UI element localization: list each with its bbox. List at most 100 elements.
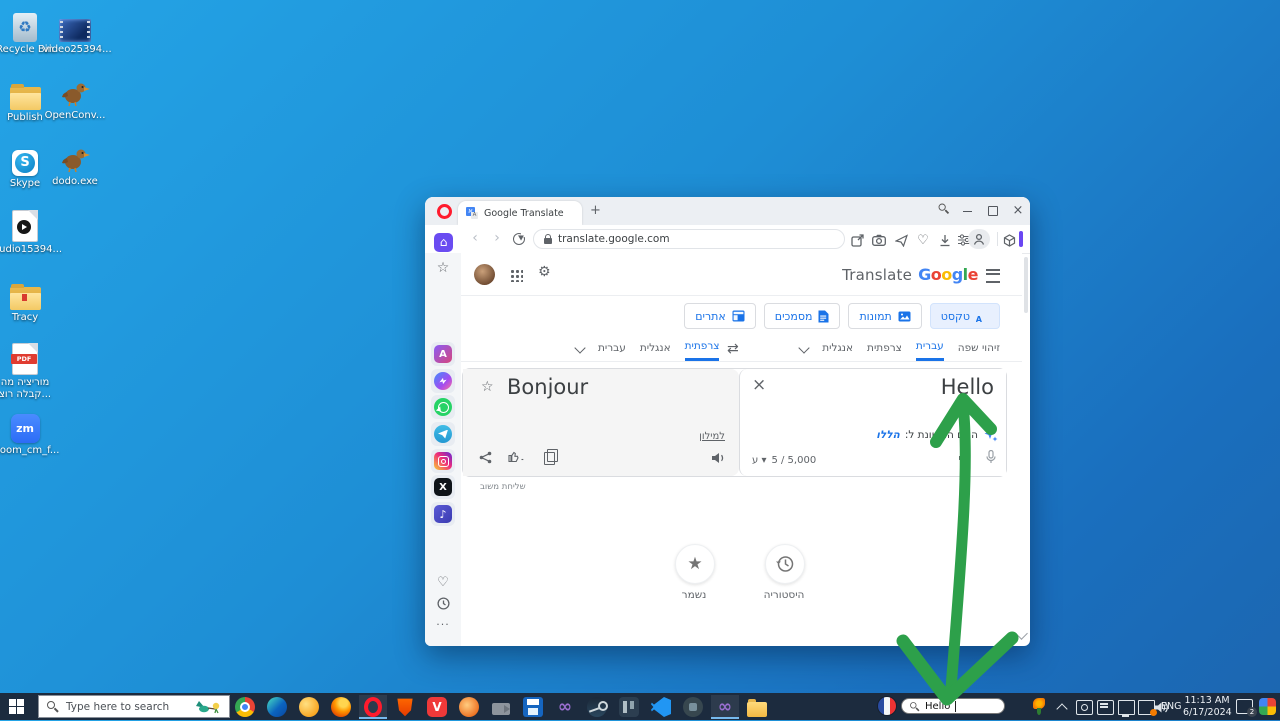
taskbar-app-chrome[interactable] <box>231 695 259 719</box>
share-translation-icon[interactable] <box>479 449 492 468</box>
clear-source-icon[interactable]: × <box>752 377 766 393</box>
microphone-icon[interactable] <box>986 449 996 468</box>
more-target-languages-icon[interactable] <box>574 342 585 353</box>
sidebar-panel-toggle[interactable] <box>1019 231 1023 247</box>
taskbar-app-opera[interactable] <box>359 695 387 719</box>
taskbar-clock[interactable]: 11:13 AM 6/17/2024 <box>1183 695 1231 718</box>
more-source-languages-icon[interactable] <box>799 342 810 353</box>
desktop-icon-dodo-exe[interactable]: dodo.exe <box>43 140 107 188</box>
tab-target-hebrew[interactable]: עברית <box>598 342 626 360</box>
taskbar-app-visual-studio-2[interactable]: ∞ <box>711 695 739 719</box>
bookmark-star-icon[interactable]: ☆ <box>434 259 452 277</box>
minimize-button[interactable] <box>960 203 976 219</box>
mode-images-button[interactable]: תמונות <box>848 303 921 329</box>
desktop-icon-openconv[interactable]: OpenConv... <box>43 74 107 122</box>
taskbar-app-brave[interactable] <box>391 695 419 719</box>
taskbar-app-dark-tiles[interactable] <box>615 695 643 719</box>
save-translation-star-icon[interactable]: ☆ <box>481 379 494 395</box>
listen-result-icon[interactable] <box>711 449 725 468</box>
instagram-icon[interactable] <box>434 452 452 470</box>
tab-search-icon[interactable] <box>935 203 951 219</box>
mode-websites-button[interactable]: אתרים <box>684 303 756 329</box>
send-flow-icon[interactable] <box>893 232 909 248</box>
flower-tray-icon[interactable] <box>1031 698 1047 715</box>
back-button[interactable]: ‹ <box>467 230 483 246</box>
taskbar-app-camera-recorder[interactable] <box>487 695 515 719</box>
tiktok-icon[interactable]: ♪ <box>434 505 452 523</box>
start-button[interactable] <box>9 699 24 714</box>
taskbar-app-chromium[interactable] <box>295 695 323 719</box>
google-apps-grid-icon[interactable] <box>510 269 523 282</box>
main-menu-icon[interactable] <box>986 269 1000 283</box>
bookmark-heart-icon[interactable]: ♡ <box>915 232 931 248</box>
profile-button[interactable] <box>968 229 990 249</box>
source-text-panel[interactable]: Hello × האם התכוונת ל: הללו ע ▾ 5 / 5,00… <box>739 369 1006 476</box>
tab-target-english[interactable]: אנגלית <box>640 342 671 360</box>
did-you-mean-link[interactable]: הללו <box>876 429 900 441</box>
forward-button[interactable]: › <box>489 230 505 246</box>
rate-translation-icon[interactable] <box>508 449 524 468</box>
x-twitter-icon[interactable]: X <box>434 478 452 496</box>
desktop-icon-tracy[interactable]: Tracy <box>0 276 57 324</box>
snapshot-camera-icon[interactable] <box>871 232 887 248</box>
new-tab-button[interactable]: + <box>588 204 603 219</box>
messenger-icon[interactable] <box>434 372 452 390</box>
reload-button[interactable] <box>513 233 525 245</box>
taskbar-app-steam[interactable] <box>583 695 611 719</box>
mode-documents-button[interactable]: מסמכים <box>764 303 841 329</box>
telegram-icon[interactable] <box>434 425 452 443</box>
aria-ai-icon[interactable]: A <box>434 345 452 363</box>
tab-target-french[interactable]: צרפתית <box>685 340 720 361</box>
listen-source-icon[interactable] <box>958 449 972 468</box>
french-flag-language-icon[interactable] <box>878 697 896 715</box>
close-button[interactable]: × <box>1010 203 1026 219</box>
taskbar-app-floppy-save[interactable] <box>519 695 547 719</box>
whatsapp-icon[interactable] <box>434 398 452 416</box>
mode-text-button[interactable]: אA טקסט <box>930 303 1000 329</box>
desktop-icon-audio-file[interactable]: audio15394... <box>0 208 57 256</box>
sidebar-history-icon[interactable] <box>434 594 452 612</box>
tab-detect-language[interactable]: זיהוי שפה <box>958 342 1000 360</box>
taskbar-app-edge[interactable] <box>263 695 291 719</box>
taskbar-app-firefox[interactable] <box>327 695 355 719</box>
taskbar-app-visual-studio[interactable]: ∞ <box>551 695 579 719</box>
opera-menu-icon[interactable] <box>437 204 452 219</box>
tray-keyboard-icon[interactable] <box>1097 700 1114 715</box>
download-icon[interactable] <box>937 232 953 248</box>
source-text[interactable]: Hello <box>941 375 994 399</box>
history-button[interactable] <box>765 544 805 584</box>
saved-button[interactable]: ★ <box>675 544 715 584</box>
taskbar-search-input[interactable]: Type here to search <box>38 695 230 718</box>
dictionary-link[interactable]: למילון <box>699 431 725 442</box>
taskbar-app-vscode[interactable] <box>647 695 675 719</box>
extensions-cube-icon[interactable] <box>1001 232 1017 248</box>
sidebar-heart-icon[interactable]: ♡ <box>434 573 452 591</box>
desktop-icon-video-file[interactable]: video25394... <box>43 8 107 56</box>
tray-network-icon[interactable] <box>1118 700 1135 715</box>
home-button[interactable]: ⌂ <box>434 233 453 252</box>
desktop-icon-zoom[interactable]: zm Zoom_cm_f... <box>0 409 57 457</box>
tray-display-icon[interactable] <box>1138 700 1155 715</box>
settings-gear-icon[interactable]: ⚙ <box>538 264 551 280</box>
share-page-icon[interactable] <box>849 232 865 248</box>
account-avatar[interactable] <box>474 264 495 285</box>
send-feedback-link[interactable]: שליחת משוב <box>480 482 526 492</box>
address-bar[interactable]: translate.google.com <box>533 229 845 249</box>
tray-color-app-icon[interactable] <box>1259 698 1276 715</box>
taskbar-app-dark[interactable] <box>679 695 707 719</box>
tab-source-french[interactable]: צרפתית <box>867 342 902 360</box>
hidden-icons-chevron[interactable] <box>1056 703 1067 714</box>
copy-translation-icon[interactable] <box>544 452 555 465</box>
input-tools-button[interactable]: ע ▾ <box>752 455 766 466</box>
taskbar-app-palemoon[interactable] <box>455 695 483 719</box>
notification-center-icon[interactable]: 2 <box>1236 699 1253 714</box>
page-scrollbar[interactable] <box>1024 257 1028 313</box>
taskbar-app-file-explorer[interactable] <box>743 695 771 719</box>
browser-tab[interactable]: Google Translate <box>458 201 582 225</box>
keyboard-language-indicator[interactable]: ENG <box>1161 701 1181 712</box>
tray-search-input[interactable]: Hello <box>901 698 1005 714</box>
sidebar-more-icon[interactable]: ··· <box>434 615 452 633</box>
desktop-icon-pdf[interactable]: PDF מוריציה מה ...קבלה רוצ <box>0 341 57 401</box>
tab-source-english[interactable]: אנגלית <box>822 342 853 360</box>
swap-languages-icon[interactable]: ⇄ <box>727 341 739 357</box>
